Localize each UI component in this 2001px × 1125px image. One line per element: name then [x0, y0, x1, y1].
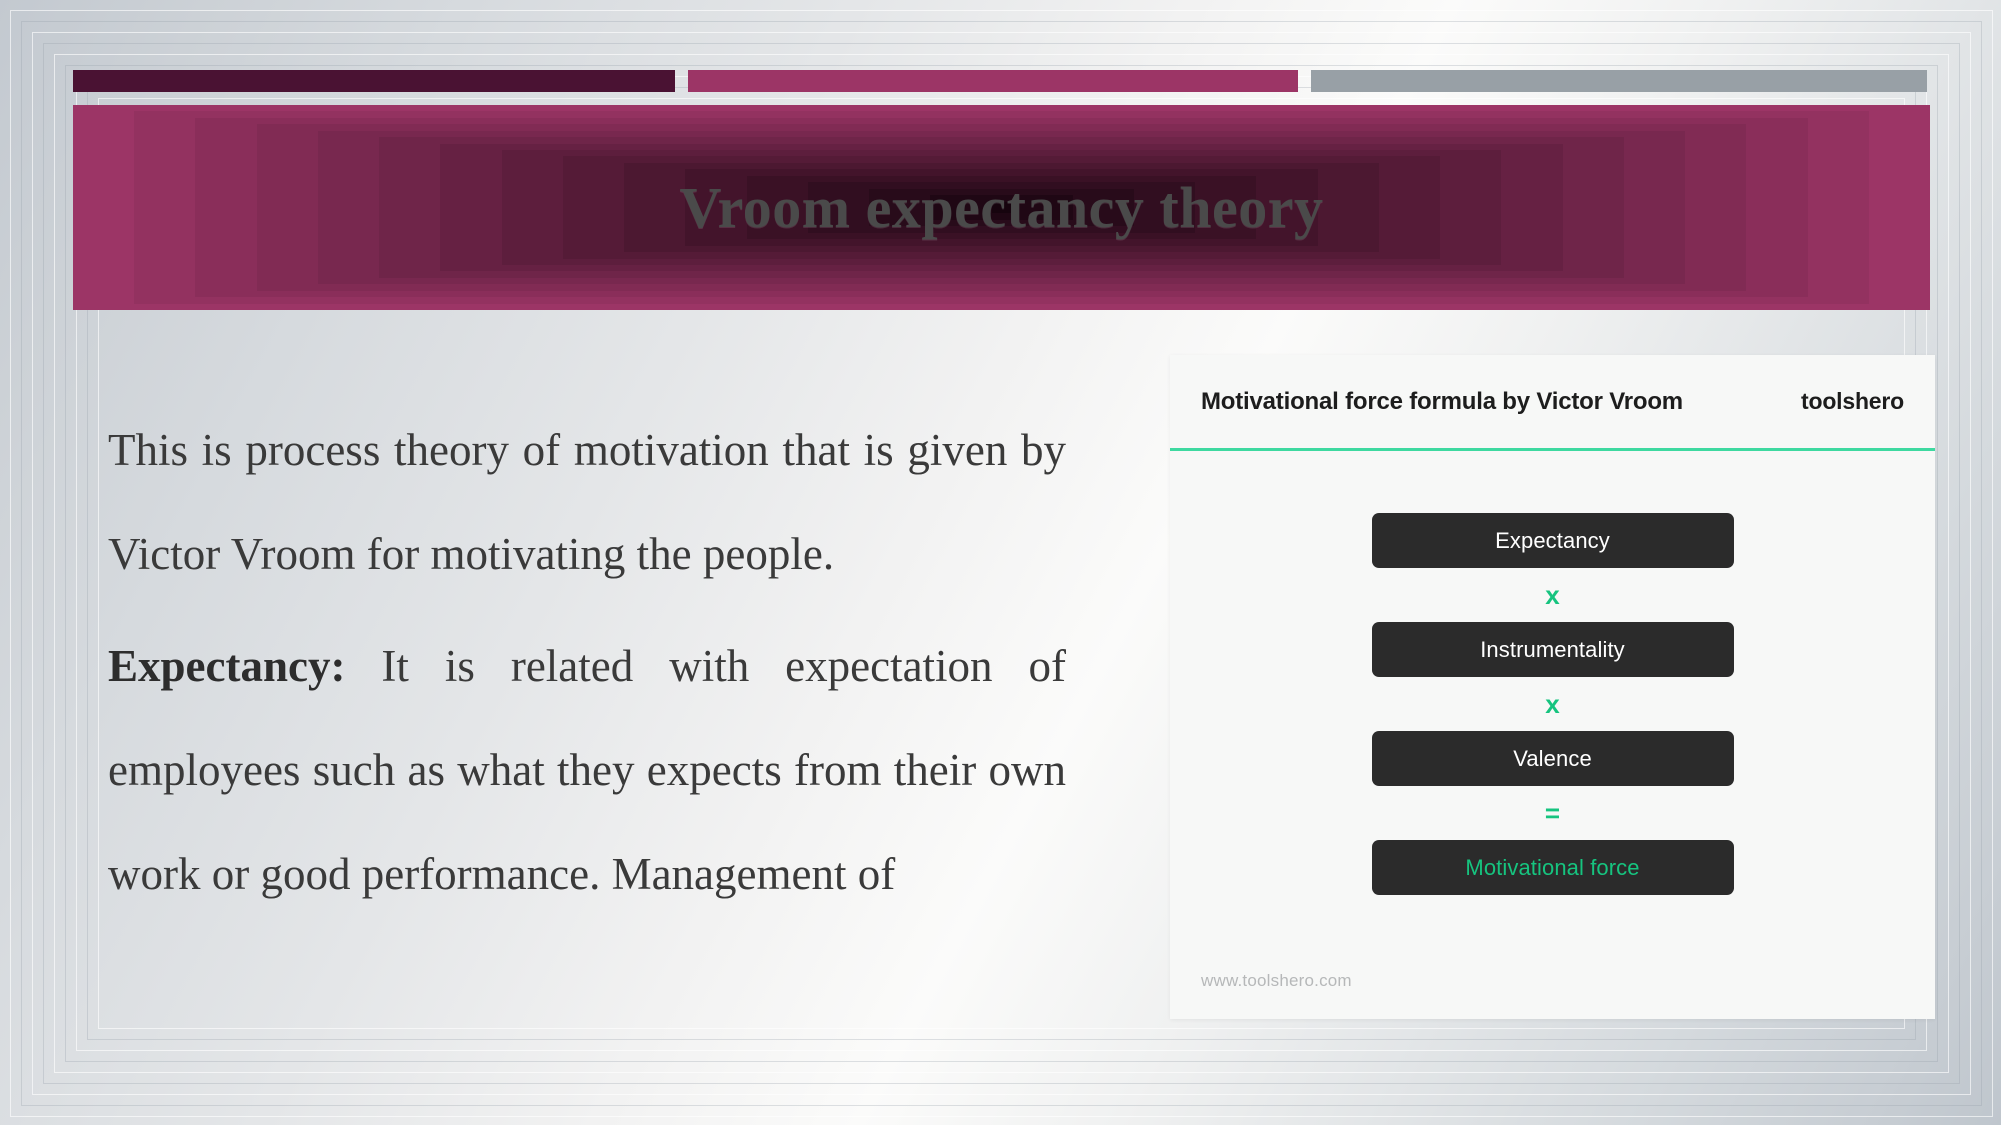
toolshero-diagram-card: Motivational force formula by Victor Vro… — [1170, 355, 1935, 1019]
body-text-block: This is process theory of motivation tha… — [108, 398, 1066, 926]
formula-diagram: Expectancy x Instrumentality x Valence = Motiv… — [1170, 451, 1935, 895]
accent-bar-segment-plum — [73, 70, 675, 92]
page-title: Vroom expectancy theory — [679, 175, 1324, 240]
paragraph-expectancy: Expectancy: It is related with expectati… — [108, 614, 1066, 926]
presentation-slide: Vroom expectancy theory This is process … — [0, 0, 2001, 1125]
formula-box-valence: Valence — [1371, 731, 1734, 786]
toolshero-footer-url: www.toolshero.com — [1201, 971, 1352, 990]
title-banner: Vroom expectancy theory — [73, 105, 1930, 310]
formula-box-expectancy: Expectancy — [1371, 513, 1734, 568]
toolshero-brand-logo: toolshero — [1801, 388, 1904, 414]
accent-bar-segment-pink — [688, 70, 1298, 92]
formula-operator-3: x — [1545, 688, 1560, 719]
accent-bar-segment-grey — [1311, 70, 1927, 92]
formula-operator-1: x — [1545, 579, 1560, 610]
paragraph-intro: This is process theory of motivation tha… — [108, 425, 1066, 579]
top-accent-bar — [73, 70, 1928, 92]
formula-operator-5: = — [1544, 797, 1561, 828]
formula-box-motivational-force: Motivational force — [1371, 840, 1734, 895]
expectancy-label: Expectancy: — [108, 641, 346, 691]
formula-box-instrumentality: Instrumentality — [1371, 622, 1734, 677]
toolshero-card-header: Motivational force formula by Victor Vro… — [1170, 355, 1935, 451]
toolshero-card-title: Motivational force formula by Victor Vro… — [1201, 387, 1683, 415]
